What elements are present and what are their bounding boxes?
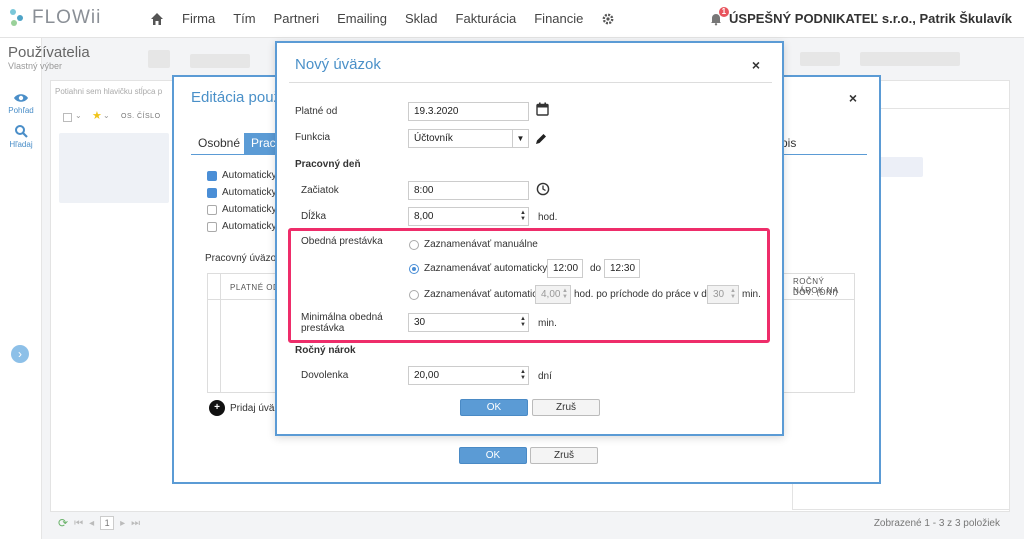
top-bar: FLOWii Firma Tím Partneri Emailing Sklad… [0, 0, 1024, 38]
page-subtitle[interactable]: Vlastný výber [8, 61, 62, 71]
blurred-area [148, 50, 170, 68]
sidebar-item-view[interactable]: Pohľad [0, 92, 42, 115]
prev-page-icon[interactable]: ◂ [89, 518, 94, 529]
total-items: Zobrazené 1 - 3 z 3 položiek [873, 518, 1000, 529]
checkbox-auto-2[interactable]: Automaticky s [207, 187, 284, 198]
clock-icon[interactable] [536, 182, 550, 196]
highlight-box [288, 228, 770, 343]
grid-footer: ⟳ ⏮ ◂ 1 ▸ ⏭ Zobrazené 1 - 3 z 3 položiek [50, 514, 1010, 534]
dialog-title: Editácia použ [191, 89, 282, 106]
chevron-down-icon[interactable]: ▼ [512, 130, 528, 147]
search-icon [15, 125, 28, 138]
nav-item-firma[interactable]: Firma [182, 11, 215, 26]
vacation-label: Dovolenka [301, 370, 349, 381]
checkbox-box[interactable] [207, 187, 217, 198]
function-value: Účtovník [414, 133, 453, 144]
checkbox-box[interactable] [207, 221, 217, 232]
ok-button[interactable]: OK [459, 447, 527, 464]
new-contract-dialog: Nový úväzok × Platné od 19.3.2020 Funkci… [275, 41, 784, 436]
start-label: Začiatok [301, 185, 339, 196]
gear-icon[interactable] [601, 12, 615, 26]
first-page-icon[interactable]: ⏮ [74, 518, 83, 529]
close-icon[interactable]: × [849, 90, 857, 106]
nav-item-partneri[interactable]: Partneri [274, 11, 320, 26]
expand-arrow-icon[interactable]: › [11, 345, 29, 363]
stepper-arrows-icon[interactable]: ▲ ▼ [520, 369, 526, 381]
nav-item-sklad[interactable]: Sklad [405, 11, 438, 26]
logo-text: FLOWii [32, 7, 102, 28]
column-header-number[interactable]: OS. ČÍSLO [121, 113, 161, 120]
length-input[interactable]: 8,00 ▲ ▼ [408, 207, 529, 226]
blurred-area [59, 133, 169, 203]
sidebar: Pohľad Hľadaj › [0, 38, 42, 539]
sidebar-item-label: Hľadaj [9, 140, 33, 149]
nav-item-tim[interactable]: Tím [233, 11, 255, 26]
main-nav: Firma Tím Partneri Emailing Sklad Faktur… [150, 11, 615, 26]
eye-icon [14, 94, 28, 102]
last-page-icon[interactable]: ⏭ [131, 518, 140, 529]
user-name: ÚSPEŠNÝ PODNIKATEĽ s.r.o., Patrik Škulav… [729, 11, 1012, 26]
add-contract-button[interactable]: + Pridaj úväzo [209, 400, 285, 416]
vacation-unit: dní [538, 371, 552, 382]
calendar-icon[interactable] [536, 102, 549, 116]
page-title: Používatelia [8, 44, 90, 61]
function-label: Funkcia [295, 132, 331, 143]
checkbox-auto-3[interactable]: Automaticky u [207, 204, 285, 215]
section-title-contract: Pracovný úväzok [205, 253, 282, 264]
plus-icon: + [209, 400, 225, 416]
column-header-annual-leave-days[interactable]: DOV. (DNI) [793, 288, 838, 297]
pager: ⟳ ⏮ ◂ 1 ▸ ⏭ [58, 516, 140, 530]
annual-heading: Ročný nárok [295, 345, 356, 356]
close-icon[interactable]: × [752, 57, 760, 73]
flowii-logo-icon [8, 7, 28, 29]
tab-work[interactable]: Prac [244, 133, 278, 154]
checkbox-auto-4[interactable]: Automaticky z [207, 221, 284, 232]
bell-icon[interactable]: 1 [709, 6, 730, 26]
function-select[interactable]: Účtovník ▼ [408, 129, 529, 148]
notification-badge: 1 [718, 6, 730, 17]
chevron-down-icon[interactable]: ⌄ [75, 111, 82, 120]
group-hint: Potiahni sem hlavičku stĺpca p [55, 87, 163, 96]
checkbox-box[interactable] [207, 204, 217, 215]
nav-item-fakturacia[interactable]: Fakturácia [456, 11, 517, 26]
next-page-icon[interactable]: ▸ [120, 518, 125, 529]
refresh-icon[interactable]: ⟳ [58, 516, 68, 530]
cancel-button[interactable]: Zruš [530, 447, 598, 464]
chevron-down-icon[interactable]: ⌄ [103, 111, 110, 120]
blurred-area [860, 52, 960, 66]
length-value: 8,00 [414, 211, 434, 222]
checkbox-auto-1[interactable]: Automaticky n [207, 170, 285, 181]
length-unit: hod. [538, 212, 558, 223]
length-label: Dĺžka [301, 211, 327, 222]
dialog-title: Nový úväzok [295, 56, 381, 73]
cancel-button[interactable]: Zruš [532, 399, 600, 416]
nav-item-financie[interactable]: Financie [534, 11, 583, 26]
sidebar-item-search[interactable]: Hľadaj [0, 124, 42, 149]
blurred-area [800, 52, 840, 66]
valid-from-input[interactable]: 19.3.2020 [408, 102, 529, 121]
select-all-checkbox[interactable] [63, 113, 72, 122]
user-menu[interactable]: 1 ÚSPEŠNÝ PODNIKATEĽ s.r.o., Patrik Škul… [709, 6, 1012, 26]
nav-item-emailing[interactable]: Emailing [337, 11, 387, 26]
workday-heading: Pracovný deň [295, 159, 361, 170]
star-icon[interactable]: ★ [92, 109, 102, 122]
sidebar-item-label: Pohľad [8, 106, 34, 115]
vacation-input[interactable]: 20,00 ▲ ▼ [408, 366, 529, 385]
tab-personal[interactable]: Osobné [191, 133, 247, 154]
pencil-icon[interactable] [534, 132, 548, 146]
header-divider [289, 82, 772, 83]
valid-from-label: Platné od [295, 106, 338, 117]
start-time-input[interactable]: 8:00 [408, 181, 529, 200]
column-header-valid-from[interactable]: PLATNÉ OD [230, 283, 279, 292]
checkbox-box[interactable] [207, 170, 217, 181]
vacation-value: 20,00 [414, 370, 440, 381]
stepper-arrows-icon[interactable]: ▲ ▼ [520, 210, 526, 222]
ok-button[interactable]: OK [460, 399, 528, 416]
logo[interactable]: FLOWii [8, 7, 101, 29]
blurred-area [190, 54, 250, 68]
home-icon[interactable] [150, 12, 164, 26]
page-number[interactable]: 1 [100, 516, 115, 530]
